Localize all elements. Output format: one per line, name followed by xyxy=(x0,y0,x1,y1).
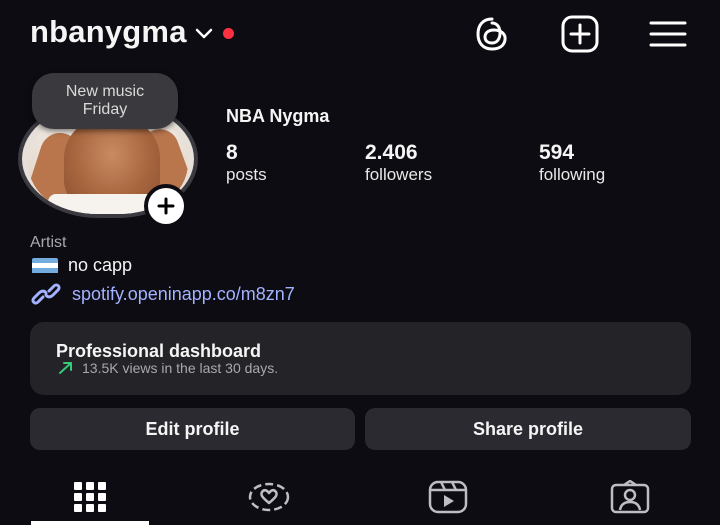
link-icon xyxy=(31,283,61,305)
notification-dot xyxy=(222,27,234,39)
dashboard-title: Professional dashboard xyxy=(56,341,262,361)
professional-dashboard-card[interactable]: Professional dashboard 13.5K views in th… xyxy=(30,322,691,395)
plus-icon xyxy=(157,197,175,215)
bio: no capp xyxy=(32,255,132,276)
tab-reels-hearts[interactable] xyxy=(239,474,299,520)
tagged-icon xyxy=(610,480,650,514)
dashboard-subtitle: 13.5K views in the last 30 days. xyxy=(58,360,278,376)
bio-link[interactable]: spotify.openinapp.co/m8zn7 xyxy=(30,282,295,306)
edit-profile-button[interactable]: Edit profile xyxy=(30,408,355,450)
profile-screen: nbanygma New music Friday NBA Nygma 8 po… xyxy=(0,0,720,525)
menu-icon[interactable] xyxy=(648,14,688,54)
display-name: NBA Nygma xyxy=(226,106,330,126)
reels-hearts-icon xyxy=(248,482,290,512)
followers-count: 2.406 xyxy=(365,141,418,164)
following-label: following xyxy=(539,165,606,184)
account-switcher[interactable]: nbanygma xyxy=(30,14,234,50)
share-profile-button[interactable]: Share profile xyxy=(365,408,691,450)
username: nbanygma xyxy=(30,14,187,49)
header: nbanygma xyxy=(0,0,720,70)
create-post-icon[interactable] xyxy=(560,14,600,54)
posts-label: posts xyxy=(226,165,267,184)
chevron-down-icon xyxy=(195,28,212,39)
posts-count: 8 xyxy=(226,141,238,164)
stat-followers[interactable]: 2.406 followers xyxy=(365,142,432,185)
note-line-2: Friday xyxy=(82,101,128,118)
note-bubble[interactable]: New music Friday xyxy=(32,73,178,129)
category-label: Artist xyxy=(30,234,67,251)
following-count: 594 xyxy=(539,141,575,164)
tab-reels[interactable] xyxy=(418,474,478,520)
note-line-1: New music xyxy=(65,83,145,100)
tab-grid[interactable] xyxy=(60,474,120,520)
reels-icon xyxy=(428,480,468,514)
stat-following[interactable]: 594 following xyxy=(539,142,605,185)
active-tab-indicator xyxy=(31,521,149,525)
argentina-flag-icon xyxy=(32,257,58,274)
threads-icon[interactable] xyxy=(472,14,512,54)
link-text: spotify.openinapp.co/m8zn7 xyxy=(72,283,295,304)
grid-icon xyxy=(74,482,106,512)
trend-up-icon xyxy=(59,362,72,374)
followers-label: followers xyxy=(365,165,433,184)
tab-tagged[interactable] xyxy=(600,474,660,520)
stat-posts[interactable]: 8 posts xyxy=(226,142,267,185)
bio-text: no capp xyxy=(68,255,133,275)
add-story-button[interactable] xyxy=(144,184,188,228)
dashboard-stats-text: 13.5K views in the last 30 days. xyxy=(82,360,279,376)
